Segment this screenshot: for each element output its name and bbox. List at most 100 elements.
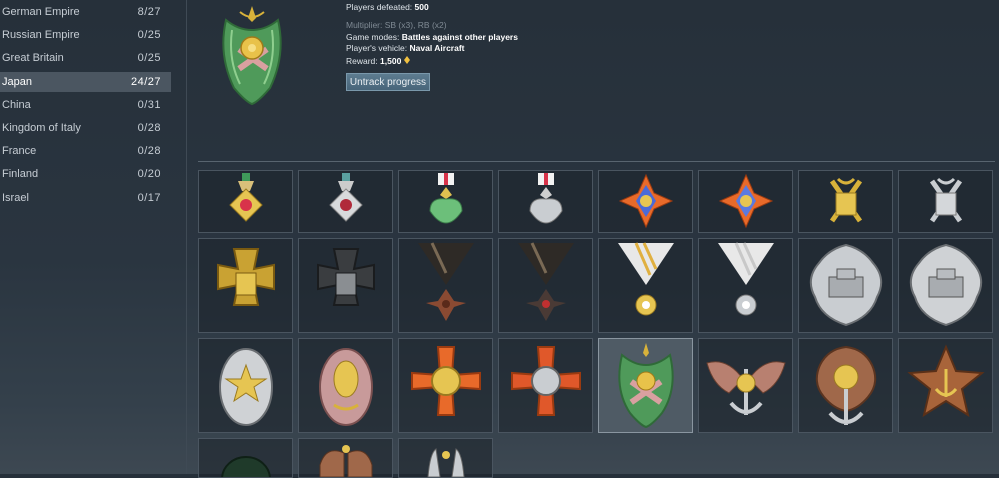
section-divider bbox=[198, 161, 995, 162]
medal-cell[interactable] bbox=[698, 238, 793, 333]
medal-cell[interactable] bbox=[898, 238, 993, 333]
medal-cell[interactable] bbox=[198, 438, 293, 478]
medal-star-anchor-bronze-icon bbox=[906, 344, 985, 418]
medal-paulownia-green-icon bbox=[428, 173, 463, 224]
medal-cell-selected[interactable] bbox=[598, 338, 693, 433]
vehicle-value: Naval Aircraft bbox=[409, 43, 465, 53]
country-russian-empire[interactable]: Russian Empire 0/25 bbox=[0, 25, 171, 45]
medal-cell[interactable] bbox=[298, 238, 393, 333]
vehicle-line: Player's vehicle: Naval Aircraft bbox=[346, 43, 465, 53]
medal-maltese-cross-gold-icon bbox=[216, 248, 275, 306]
medal-cell[interactable] bbox=[198, 170, 293, 233]
medal-cell[interactable] bbox=[398, 438, 493, 478]
medal-sakura-tank-silver-icon bbox=[809, 243, 882, 327]
medal-cell[interactable] bbox=[298, 170, 393, 233]
medal-cell[interactable] bbox=[898, 338, 993, 433]
medal-crossed-swords-silver-icon bbox=[929, 177, 962, 223]
game-modes-value: Battles against other players bbox=[401, 32, 518, 42]
country-japan[interactable]: Japan 24/27 bbox=[0, 72, 171, 92]
country-china[interactable]: China 0/31 bbox=[0, 95, 171, 115]
medal-cell[interactable] bbox=[598, 238, 693, 333]
reward-line: Reward: 1,500 bbox=[346, 56, 410, 66]
medal-ribbon-dark-cross-icon bbox=[517, 242, 574, 321]
country-progress: 0/25 bbox=[137, 52, 161, 64]
country-progress: 24/27 bbox=[130, 76, 161, 88]
medal-order-red-gold-icon bbox=[228, 173, 263, 222]
players-defeated-line: Players defeated: 500 bbox=[346, 2, 429, 12]
medal-cell[interactable] bbox=[198, 338, 293, 433]
country-name: France bbox=[2, 145, 37, 157]
country-progress: 0/20 bbox=[137, 168, 161, 180]
medal-cell[interactable] bbox=[498, 170, 593, 233]
medal-green-wreath-icon bbox=[617, 343, 674, 429]
untrack-progress-button[interactable]: Untrack progress bbox=[346, 73, 430, 91]
medal-cell[interactable] bbox=[498, 338, 593, 433]
medal-dark-green-icon bbox=[220, 456, 271, 477]
country-name: China bbox=[2, 99, 31, 111]
game-modes-line: Game modes: Battles against other player… bbox=[346, 32, 518, 42]
medal-cell[interactable] bbox=[398, 338, 493, 433]
country-name: Russian Empire bbox=[2, 29, 80, 41]
medal-winged-anchor-icon bbox=[705, 361, 786, 415]
country-progress: 0/28 bbox=[137, 145, 161, 157]
medal-cell[interactable] bbox=[398, 238, 493, 333]
vehicle-label: Player's vehicle: bbox=[346, 43, 408, 53]
medal-sakura-anchor-icon bbox=[815, 345, 876, 425]
medal-cell[interactable] bbox=[898, 170, 993, 233]
medal-paulownia-silver-icon bbox=[528, 173, 563, 224]
country-name: Israel bbox=[2, 192, 29, 204]
medal-maltese-cross-dark-icon bbox=[316, 248, 375, 306]
medal-orange-cross-silver-icon bbox=[510, 346, 581, 416]
country-progress: 0/31 bbox=[137, 99, 161, 111]
medal-ribbon-silver-star-icon bbox=[717, 242, 774, 316]
country-name: Kingdom of Italy bbox=[2, 122, 81, 134]
country-sidebar: German Empire 8/27 Russian Empire 0/25 G… bbox=[0, 0, 187, 474]
medal-cell[interactable] bbox=[398, 170, 493, 233]
country-progress: 0/17 bbox=[137, 192, 161, 204]
country-great-britain[interactable]: Great Britain 0/25 bbox=[0, 48, 171, 68]
medal-cell[interactable] bbox=[698, 338, 793, 433]
medal-ribbon-gold-star-icon bbox=[617, 242, 674, 316]
players-defeated-label: Players defeated: bbox=[346, 2, 413, 12]
medal-detail-panel: Players defeated: 500 Multiplier: SB (x3… bbox=[186, 0, 999, 160]
country-german-empire[interactable]: German Empire 8/27 bbox=[0, 2, 171, 22]
medal-cell[interactable] bbox=[798, 170, 893, 233]
medal-crossed-swords-gold-icon bbox=[829, 177, 862, 223]
medal-cell[interactable] bbox=[798, 338, 893, 433]
country-name: German Empire bbox=[2, 6, 80, 18]
golden-eagle-icon bbox=[403, 56, 410, 64]
selected-medal-large-icon bbox=[222, 6, 282, 106]
players-defeated-value: 500 bbox=[414, 2, 429, 12]
medal-kite-star-icon bbox=[618, 173, 673, 229]
medal-cell[interactable] bbox=[298, 438, 393, 478]
game-modes-label: Game modes: bbox=[346, 32, 400, 42]
country-finland[interactable]: Finland 0/20 bbox=[0, 164, 171, 184]
reward-label: Reward: bbox=[346, 56, 378, 66]
country-name: Finland bbox=[2, 168, 39, 180]
country-kingdom-of-italy[interactable]: Kingdom of Italy 0/28 bbox=[0, 118, 171, 138]
medal-sakura-tank-silver-icon bbox=[909, 243, 982, 327]
country-france[interactable]: France 0/28 bbox=[0, 141, 171, 161]
country-progress: 0/25 bbox=[137, 29, 161, 41]
country-progress: 8/27 bbox=[137, 6, 161, 18]
medal-cell[interactable] bbox=[198, 238, 293, 333]
medal-ribbon-bronze-cross-icon bbox=[417, 242, 474, 321]
medal-wreath-sun-pink-icon bbox=[318, 348, 373, 426]
medal-grid bbox=[198, 170, 998, 478]
medal-cell[interactable] bbox=[698, 170, 793, 233]
country-name: Japan bbox=[2, 76, 32, 88]
medal-orange-cross-gold-icon bbox=[410, 346, 481, 416]
medal-wreath-star-silver-icon bbox=[218, 348, 273, 426]
medal-bronze-wing-icon bbox=[319, 445, 372, 477]
medal-cell[interactable] bbox=[498, 238, 593, 333]
medal-order-red-silver-icon bbox=[328, 173, 363, 222]
country-israel[interactable]: Israel 0/17 bbox=[0, 188, 171, 208]
medal-cell[interactable] bbox=[598, 170, 693, 233]
multiplier-line: Multiplier: SB (x3), RB (x2) bbox=[346, 20, 447, 30]
medal-kite-star-icon bbox=[718, 173, 773, 229]
medal-cell[interactable] bbox=[298, 338, 393, 433]
country-name: Great Britain bbox=[2, 52, 64, 64]
country-progress: 0/28 bbox=[137, 122, 161, 134]
medal-cell[interactable] bbox=[798, 238, 893, 333]
reward-value: 1,500 bbox=[380, 56, 402, 66]
